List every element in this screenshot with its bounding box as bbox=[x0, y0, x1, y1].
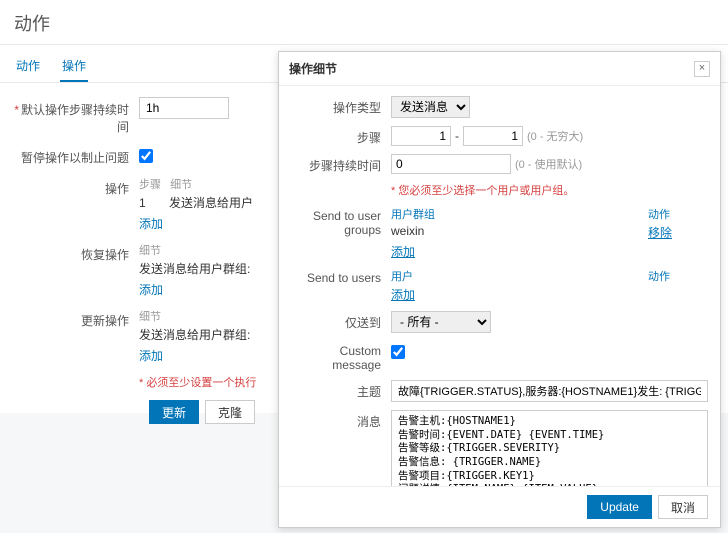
send-users-label: Send to users bbox=[291, 268, 391, 285]
op-head-step: 步骤 bbox=[139, 179, 161, 191]
op-type-select[interactable]: 发送消息 bbox=[391, 96, 470, 118]
op-step1-num: 1 bbox=[139, 196, 146, 210]
send-groups-label: Send to user groups bbox=[291, 206, 391, 237]
users-head-action: 动作 bbox=[648, 268, 708, 284]
body-label: 消息 bbox=[291, 410, 391, 430]
add-update-link[interactable]: 添加 bbox=[139, 349, 163, 363]
step-duration-hint: (0 - 使用默认) bbox=[515, 156, 582, 172]
main-clone-button[interactable]: 克隆 bbox=[205, 400, 255, 424]
required-asterisk: * bbox=[14, 103, 19, 117]
main-update-button[interactable]: 更新 bbox=[149, 400, 199, 424]
page-title: 动作 bbox=[0, 0, 728, 45]
tab-actions[interactable]: 动作 bbox=[14, 51, 42, 82]
operation-label: 操作 bbox=[14, 176, 139, 197]
groups-head-name: 用户群组 bbox=[391, 206, 648, 222]
modal-title: 操作细节 bbox=[289, 60, 337, 77]
op-head-detail: 细节 bbox=[170, 179, 192, 191]
group-remove-link[interactable]: 移除 bbox=[648, 224, 708, 241]
custom-msg-checkbox[interactable] bbox=[391, 345, 405, 359]
step-from-input[interactable] bbox=[391, 126, 451, 146]
custom-msg-label: Custom message bbox=[291, 341, 391, 372]
step-hint: (0 - 无穷大) bbox=[527, 128, 583, 144]
pause-label: 暂停操作以制止问题 bbox=[14, 145, 139, 166]
users-head-name: 用户 bbox=[391, 268, 648, 284]
group-item-name: weixin bbox=[391, 224, 648, 241]
add-operation-link[interactable]: 添加 bbox=[139, 217, 163, 231]
op-step1-text: 发送消息给用户 bbox=[169, 196, 253, 210]
only-send-label: 仅送到 bbox=[291, 311, 391, 331]
default-step-label: 默认操作步骤持续时间 bbox=[21, 103, 129, 134]
step-duration-input[interactable] bbox=[391, 154, 511, 174]
must-select-note: 您必须至少选择一个用户或用户组。 bbox=[398, 185, 574, 197]
must-set-note: 必须至少设置一个执行 bbox=[146, 377, 256, 389]
only-send-select[interactable]: - 所有 - bbox=[391, 311, 491, 333]
groups-head-action: 动作 bbox=[648, 206, 708, 222]
default-step-input[interactable] bbox=[139, 97, 229, 119]
close-icon[interactable]: × bbox=[694, 61, 710, 77]
modal-cancel-button[interactable]: 取消 bbox=[658, 495, 708, 519]
recovery-label: 恢复操作 bbox=[14, 242, 139, 263]
add-user-link[interactable]: 添加 bbox=[391, 288, 415, 302]
body-textarea[interactable] bbox=[391, 410, 708, 486]
update-label: 更新操作 bbox=[14, 308, 139, 329]
subject-input[interactable] bbox=[391, 380, 708, 402]
pause-checkbox[interactable] bbox=[139, 149, 153, 163]
add-recovery-link[interactable]: 添加 bbox=[139, 283, 163, 297]
tab-operations[interactable]: 操作 bbox=[60, 51, 88, 82]
op-type-label: 操作类型 bbox=[291, 96, 391, 116]
subject-label: 主题 bbox=[291, 380, 391, 400]
modal-update-button[interactable]: Update bbox=[587, 495, 652, 519]
operation-detail-modal: 操作细节 × 操作类型 发送消息 步骤 - (0 - 无穷大) 步骤持续时间 (… bbox=[278, 51, 721, 528]
add-group-link[interactable]: 添加 bbox=[391, 245, 415, 259]
step-to-input[interactable] bbox=[463, 126, 523, 146]
step-duration-label: 步骤持续时间 bbox=[291, 154, 391, 174]
step-label: 步骤 bbox=[291, 126, 391, 146]
